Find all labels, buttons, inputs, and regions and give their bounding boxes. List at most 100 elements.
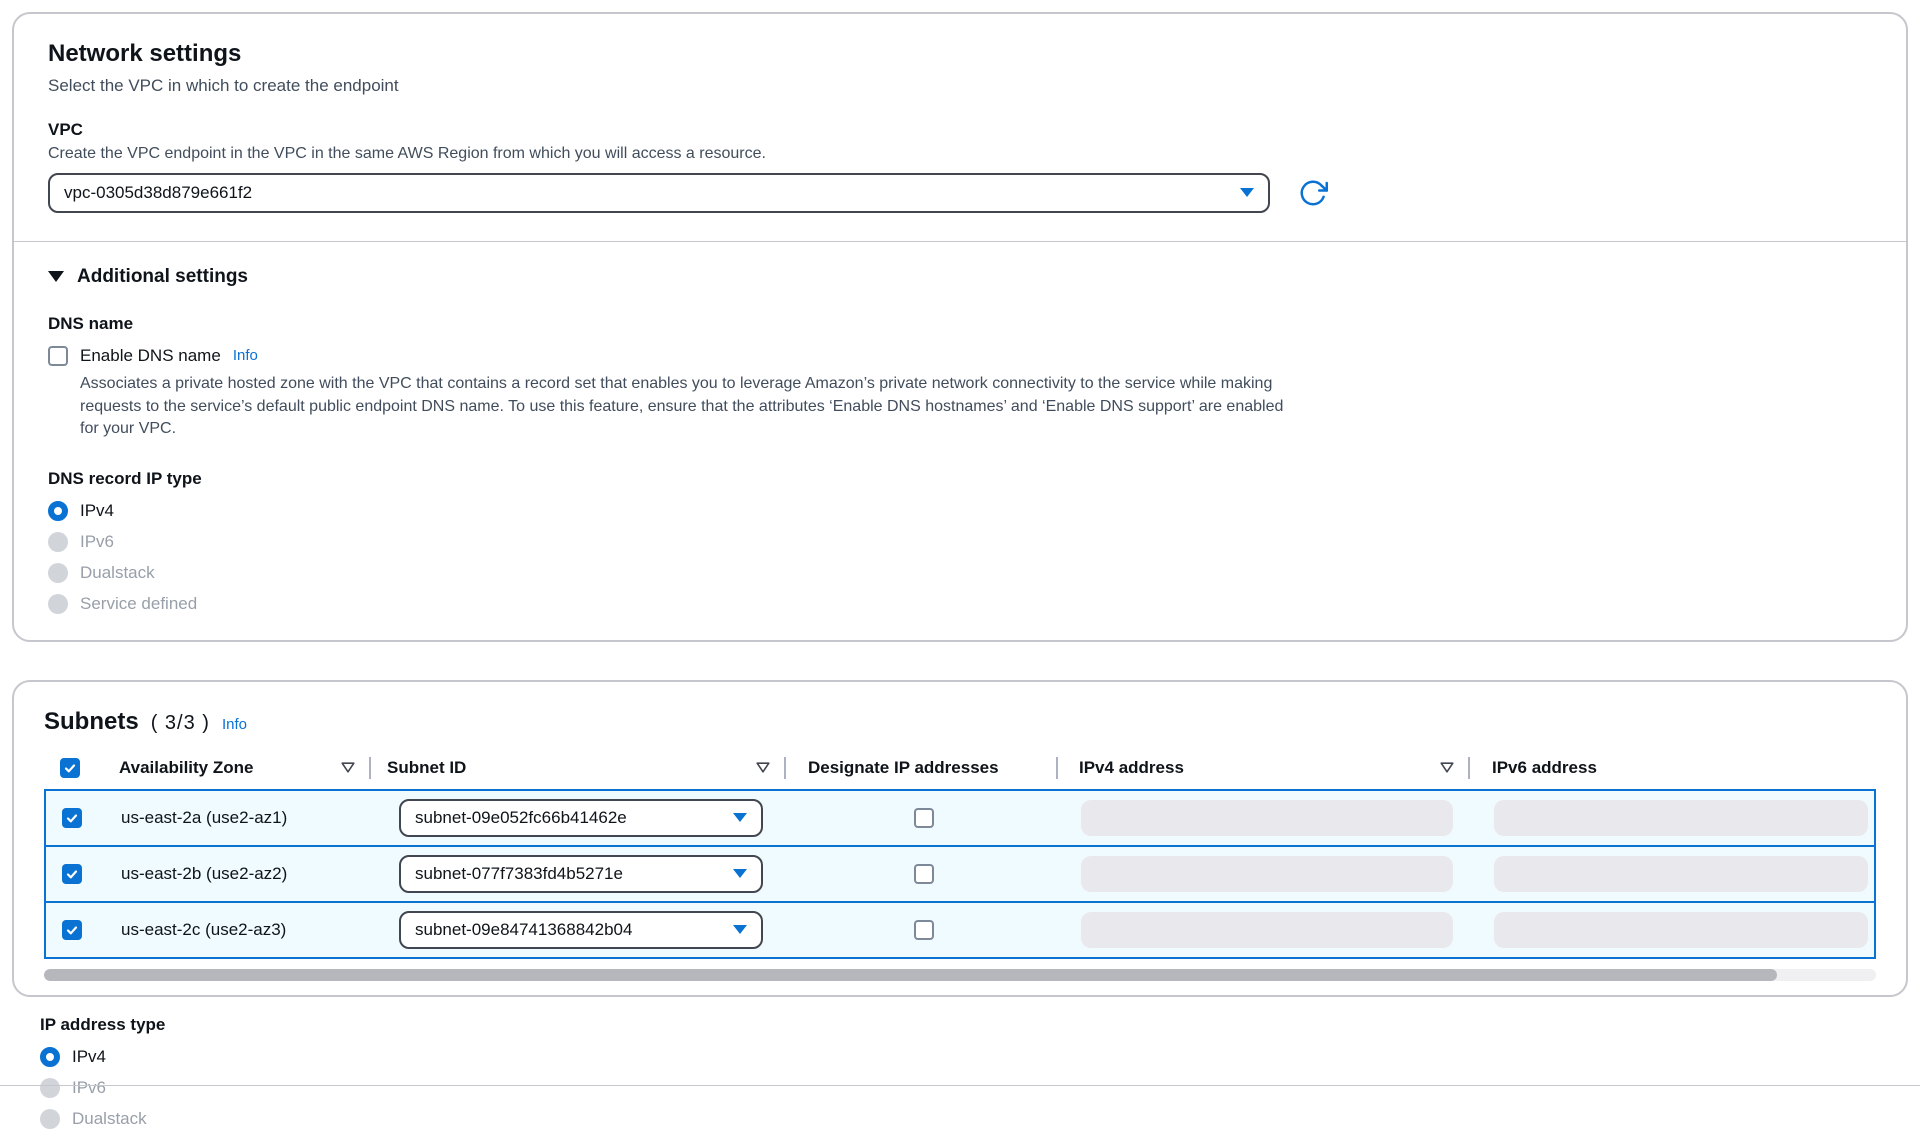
radio-disabled-icon — [48, 532, 68, 552]
ipv6-address-cell — [1472, 847, 1874, 901]
designate-ip-cell — [788, 791, 1060, 845]
column-label: Availability Zone — [119, 758, 253, 778]
designate-ip-cell — [788, 903, 1060, 957]
ipv4-address-input — [1081, 912, 1453, 948]
sort-filter-icon[interactable] — [754, 760, 772, 775]
radio-disabled-icon — [48, 594, 68, 614]
network-settings-subtitle: Select the VPC in which to create the en… — [48, 76, 1872, 96]
dns-record-ip-type-group: IPv4 IPv6 Dualstack Service defined — [48, 501, 1872, 614]
checkmark-icon — [65, 811, 79, 825]
radio-ip-type-ipv6: IPv6 — [40, 1078, 1886, 1098]
column-ipv6-address: IPv6 address — [1470, 747, 1876, 789]
availability-zone-cell: us-east-2c (use2-az3) — [121, 903, 373, 957]
availability-zone-cell: us-east-2b (use2-az2) — [121, 847, 373, 901]
dns-record-ip-type-label: DNS record IP type — [48, 469, 1872, 489]
select-all-cell — [44, 747, 119, 789]
radio-disabled-icon — [40, 1078, 60, 1098]
radio-ipv4-label: IPv4 — [80, 501, 114, 521]
availability-zone-value: us-east-2b (use2-az2) — [121, 864, 287, 884]
radio-dualstack-label: Dualstack — [80, 563, 155, 583]
ipv4-address-cell — [1060, 791, 1472, 845]
row-checkbox[interactable] — [62, 864, 82, 884]
sort-filter-icon[interactable] — [339, 760, 357, 775]
table-row[interactable]: us-east-2c (use2-az3) subnet-09e84741368… — [46, 901, 1874, 957]
vpc-select-row: vpc-0305d38d879e661f2 — [48, 173, 1872, 213]
checkmark-icon — [63, 761, 77, 775]
vpc-label: VPC — [48, 120, 1872, 140]
vpc-select[interactable]: vpc-0305d38d879e661f2 — [48, 173, 1270, 213]
subnets-count: ( 3/3 ) — [151, 712, 210, 735]
row-select-cell — [46, 791, 121, 845]
subnets-table-body: us-east-2a (use2-az1) subnet-09e052fc66b… — [44, 789, 1876, 959]
radio-selected-icon — [48, 501, 68, 521]
ip-address-type-group: IPv4 IPv6 Dualstack — [40, 1047, 1886, 1129]
radio-ipv6-label: IPv6 — [80, 532, 114, 552]
column-label: IPv6 address — [1492, 758, 1597, 778]
chevron-down-icon — [1240, 188, 1254, 197]
refresh-icon — [1298, 178, 1328, 208]
vpc-select-value: vpc-0305d38d879e661f2 — [64, 183, 252, 203]
subnet-select[interactable]: subnet-077f7383fd4b5271e — [399, 855, 763, 893]
designate-ip-checkbox[interactable] — [914, 808, 934, 828]
designate-ip-checkbox[interactable] — [914, 920, 934, 940]
triangle-down-icon — [48, 271, 64, 282]
chevron-down-icon — [733, 813, 747, 822]
enable-dns-description: Associates a private hosted zone with th… — [80, 373, 1285, 441]
ipv6-address-input — [1494, 800, 1868, 836]
subnet-select[interactable]: subnet-09e052fc66b41462e — [399, 799, 763, 837]
subnets-card: Subnets ( 3/3 ) Info Availability Zone S… — [12, 680, 1908, 997]
subnets-info-link[interactable]: Info — [222, 716, 247, 733]
availability-zone-value: us-east-2c (use2-az3) — [121, 920, 286, 940]
subnet-id-cell: subnet-077f7383fd4b5271e — [373, 847, 788, 901]
row-select-cell — [46, 847, 121, 901]
network-settings-card: Network settings Select the VPC in which… — [12, 12, 1908, 642]
subnets-table-header: Availability Zone Subnet ID Designate IP… — [44, 747, 1876, 789]
row-checkbox[interactable] — [62, 920, 82, 940]
radio-ip-type-dualstack: Dualstack — [40, 1109, 1886, 1129]
subnets-title-row: Subnets ( 3/3 ) Info — [44, 708, 1876, 737]
subnet-id-cell: subnet-09e052fc66b41462e — [373, 791, 788, 845]
ipv4-address-input — [1081, 856, 1453, 892]
column-label: Subnet ID — [387, 758, 466, 778]
radio-selected-icon — [40, 1047, 60, 1067]
ipv4-address-cell — [1060, 847, 1472, 901]
row-select-cell — [46, 903, 121, 957]
checkmark-icon — [65, 867, 79, 881]
enable-dns-row: Enable DNS name Info — [48, 346, 1872, 366]
row-checkbox[interactable] — [62, 808, 82, 828]
select-all-checkbox[interactable] — [60, 758, 80, 778]
table-row[interactable]: us-east-2a (use2-az1) subnet-09e052fc66b… — [46, 791, 1874, 845]
radio-service-defined: Service defined — [48, 594, 1872, 614]
table-row[interactable]: us-east-2b (use2-az2) subnet-077f7383fd4… — [46, 845, 1874, 901]
column-label: IPv4 address — [1079, 758, 1184, 778]
subnet-select[interactable]: subnet-09e84741368842b04 — [399, 911, 763, 949]
vpc-description: Create the VPC endpoint in the VPC in th… — [48, 145, 1872, 163]
chevron-down-icon — [733, 925, 747, 934]
ipv6-address-cell — [1472, 791, 1874, 845]
radio-disabled-icon — [40, 1109, 60, 1129]
additional-settings-toggle[interactable]: Additional settings — [48, 266, 1872, 288]
horizontal-scrollbar[interactable] — [44, 969, 1876, 981]
ipv6-address-cell — [1472, 903, 1874, 957]
column-label: Designate IP addresses — [808, 758, 999, 778]
scrollbar-thumb[interactable] — [44, 969, 1777, 981]
radio-ip-type-ipv4[interactable]: IPv4 — [40, 1047, 1886, 1067]
ip-address-type-label: IP address type — [40, 1015, 1886, 1035]
radio-ipv4[interactable]: IPv4 — [48, 501, 1872, 521]
enable-dns-info-link[interactable]: Info — [233, 347, 258, 364]
sort-filter-icon[interactable] — [1438, 760, 1456, 775]
ipv6-address-input — [1494, 912, 1868, 948]
column-designate-ip: Designate IP addresses — [786, 747, 1058, 789]
column-availability-zone: Availability Zone — [119, 747, 371, 789]
designate-ip-checkbox[interactable] — [914, 864, 934, 884]
availability-zone-value: us-east-2a (use2-az1) — [121, 808, 287, 828]
ipv4-address-cell — [1060, 903, 1472, 957]
chevron-down-icon — [733, 869, 747, 878]
ip-address-type-section: IP address type IPv4 IPv6 Dualstack — [0, 997, 1920, 1129]
page-bottom-divider — [0, 1085, 1920, 1086]
enable-dns-checkbox[interactable] — [48, 346, 68, 366]
radio-disabled-icon — [48, 563, 68, 583]
enable-dns-label: Enable DNS name — [80, 346, 221, 366]
subnet-id-cell: subnet-09e84741368842b04 — [373, 903, 788, 957]
refresh-button[interactable] — [1298, 178, 1328, 208]
